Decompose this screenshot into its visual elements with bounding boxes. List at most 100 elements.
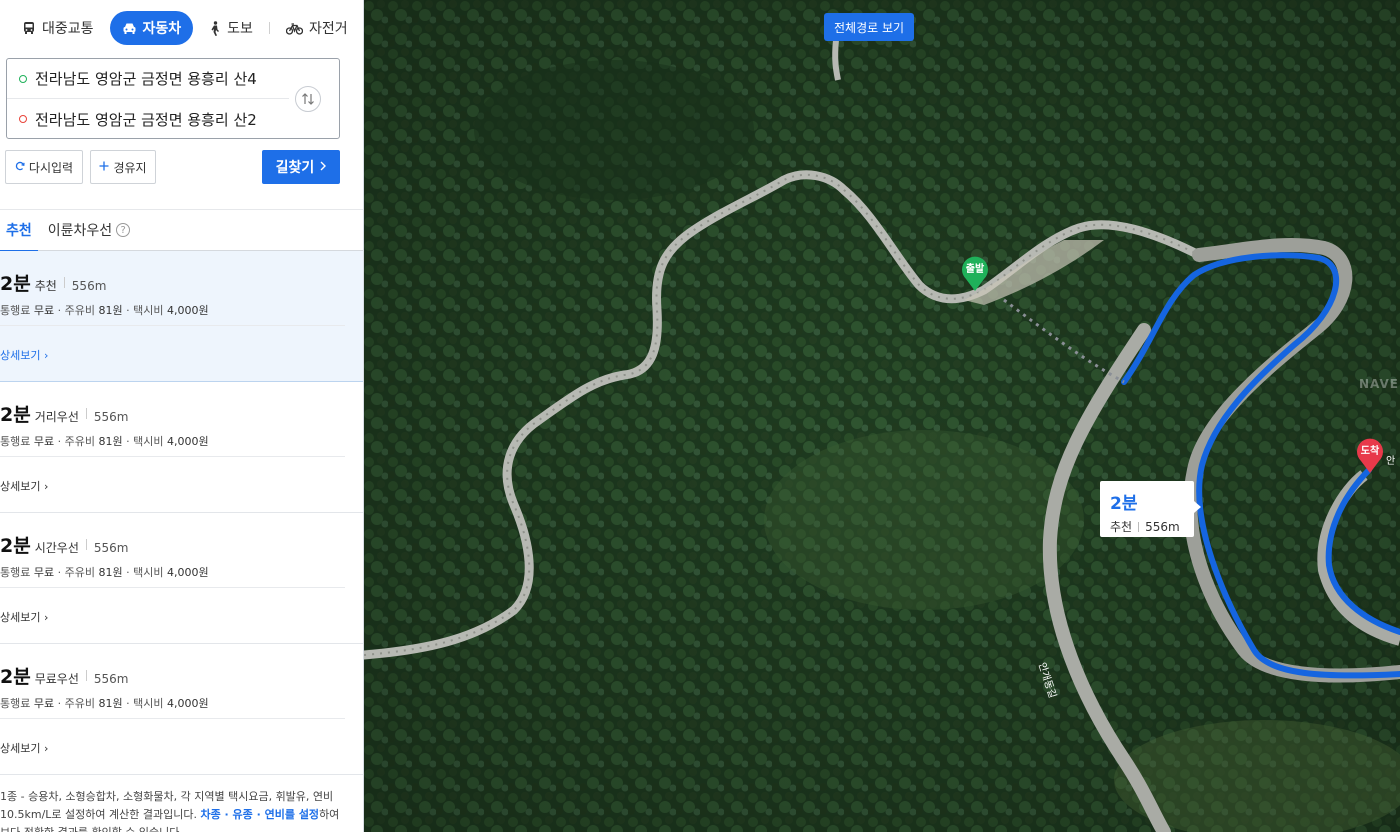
end-pin-label: 도착 [1360, 446, 1380, 457]
tab-motorcycle-label: 이륜차우선 [47, 223, 113, 239]
callout-type: 추천 [1110, 520, 1133, 534]
end-location-field[interactable]: 전라남도 영암군 금정면 용흥리 산2 [7, 99, 289, 139]
fuel-label: 주유비 [64, 435, 95, 448]
tab-recommend[interactable]: 추천 [0, 209, 38, 252]
bus-icon [22, 21, 36, 35]
end-pin-suffix: 안 [1386, 456, 1396, 467]
taxi-label: 택시비 [133, 697, 164, 710]
add-waypoint-button[interactable]: 경유지 [90, 150, 156, 184]
divider [85, 408, 87, 419]
mode-car-label: 자동차 [142, 21, 182, 37]
toll-value: 무료 [33, 697, 55, 710]
detail-label: 상세보기 [0, 611, 41, 624]
mode-walk-label: 도보 [227, 21, 253, 37]
callout-time: 2분 [1110, 494, 1138, 514]
divider [85, 670, 87, 681]
toll-value: 무료 [33, 435, 55, 448]
taxi-value: 4,000원 [167, 304, 209, 317]
route-option-tabs: 추천 이륜차우선 ? [0, 209, 363, 252]
fuel-value: 81원 [98, 435, 123, 448]
detail-label: 상세보기 [0, 480, 41, 493]
divider [1138, 521, 1140, 532]
map-view[interactable]: 전체경로 보기 출발 도착 안 2분 추천 556m 안개동길 NAVER [364, 0, 1400, 832]
taxi-label: 택시비 [133, 566, 164, 579]
detail-link[interactable]: 상세보기 › [0, 347, 48, 363]
mode-bike-tab[interactable]: 자전거 [274, 11, 360, 45]
detail-link[interactable]: 상세보기 › [0, 478, 48, 494]
route-results-list: 2분 추천 556m 통행료 무료 · 주유비 81원 · 택시비 4,000원… [0, 251, 363, 775]
tab-motorcycle[interactable]: 이륜차우선 ? [42, 209, 136, 251]
fuel-label: 주유비 [64, 566, 95, 579]
callout-distance: 556m [1145, 519, 1180, 534]
toll-label: 통행료 [0, 697, 31, 710]
mode-transit-tab[interactable]: 대중교통 [10, 11, 106, 45]
route-result-item[interactable]: 2분 거리우선 556m 통행료 무료 · 주유비 81원 · 택시비 4,00… [0, 382, 363, 513]
detail-link[interactable]: 상세보기 › [0, 740, 48, 756]
route-result-item[interactable]: 2분 무료우선 556m 통행료 무료 · 주유비 81원 · 택시비 4,00… [0, 644, 363, 775]
find-route-label: 길찾기 [275, 160, 315, 176]
fuel-value: 81원 [98, 304, 123, 317]
plus-icon [99, 160, 109, 174]
mode-car-tab[interactable]: 자동차 [109, 11, 194, 45]
result-time: 2분 [0, 404, 31, 426]
result-time: 2분 [0, 666, 31, 688]
start-pin[interactable]: 출발 [961, 256, 989, 296]
refresh-icon [15, 160, 25, 174]
taxi-value: 4,000원 [167, 566, 209, 579]
result-distance: 556m [93, 541, 129, 555]
route-result-item[interactable]: 2분 시간우선 556m 통행료 무료 · 주유비 81원 · 택시비 4,00… [0, 513, 363, 644]
result-costs: 통행료 무료 · 주유비 81원 · 택시비 4,000원 [0, 697, 209, 710]
detail-label: 상세보기 [0, 349, 41, 362]
divider [0, 456, 345, 457]
divider [63, 277, 65, 288]
result-time: 2분 [0, 273, 31, 295]
start-location-text: 전라남도 영암군 금정면 용흥리 산4 [35, 70, 257, 88]
tab-recommend-label: 추천 [6, 223, 32, 239]
toll-label: 통행료 [0, 566, 31, 579]
end-dot-icon [19, 115, 27, 123]
reset-button[interactable]: 다시입력 [5, 150, 83, 184]
find-route-button[interactable]: 길찾기 [262, 150, 340, 184]
result-type: 시간우선 [34, 541, 79, 555]
mode-divider [268, 22, 270, 34]
swap-route-button[interactable] [295, 86, 321, 112]
swap-arrows-icon [301, 90, 315, 109]
end-pin[interactable]: 도착 [1356, 438, 1384, 478]
fuel-value: 81원 [98, 697, 123, 710]
route-input-box: 전라남도 영암군 금정면 용흥리 산4 전라남도 영암군 금정면 용흥리 산2 [6, 58, 340, 139]
walk-icon [209, 20, 221, 36]
taxi-label: 택시비 [133, 304, 164, 317]
toll-label: 통행료 [0, 435, 31, 448]
route-summary-callout[interactable]: 2분 추천 556m [1100, 481, 1201, 537]
divider [0, 718, 345, 719]
route-result-item[interactable]: 2분 추천 556m 통행료 무료 · 주유비 81원 · 택시비 4,000원… [0, 251, 363, 382]
detail-link[interactable]: 상세보기 › [0, 609, 48, 625]
start-location-field[interactable]: 전라남도 영암군 금정면 용흥리 산4 [7, 59, 289, 99]
detail-label: 상세보기 [0, 742, 41, 755]
view-full-route-button[interactable]: 전체경로 보기 [824, 13, 915, 41]
result-type: 추천 [34, 279, 57, 293]
mode-transit-label: 대중교통 [42, 21, 94, 37]
taxi-value: 4,000원 [167, 435, 209, 448]
fuel-label: 주유비 [64, 304, 95, 317]
satellite-map-image [364, 0, 1400, 832]
divider [0, 587, 345, 588]
result-distance: 556m [93, 672, 129, 686]
route-actions: 다시입력 경유지 길찾기 [5, 150, 340, 184]
taxi-value: 4,000원 [167, 697, 209, 710]
directions-panel: 대중교통 자동차 도보 자전거 전라남도 영암군 금정면 용흥리 산4 전라남도… [0, 0, 364, 832]
result-distance: 556m [71, 279, 107, 293]
taxi-label: 택시비 [133, 435, 164, 448]
vehicle-settings-link[interactable]: 차종 · 유종 · 연비를 설정 [200, 808, 319, 821]
mode-walk-tab[interactable]: 도보 [197, 11, 265, 45]
toll-label: 통행료 [0, 304, 31, 317]
fare-footnote: 1종 - 승용차, 소형승합차, 소형화물차, 각 지역별 택시요금, 휘발유,… [0, 788, 350, 832]
divider [0, 325, 345, 326]
car-icon [122, 22, 137, 35]
help-icon[interactable]: ? [116, 223, 131, 237]
result-type: 거리우선 [34, 410, 79, 424]
chevron-right-icon [320, 159, 327, 175]
result-distance: 556m [93, 410, 129, 424]
fuel-label: 주유비 [64, 697, 95, 710]
result-type: 무료우선 [34, 672, 79, 686]
